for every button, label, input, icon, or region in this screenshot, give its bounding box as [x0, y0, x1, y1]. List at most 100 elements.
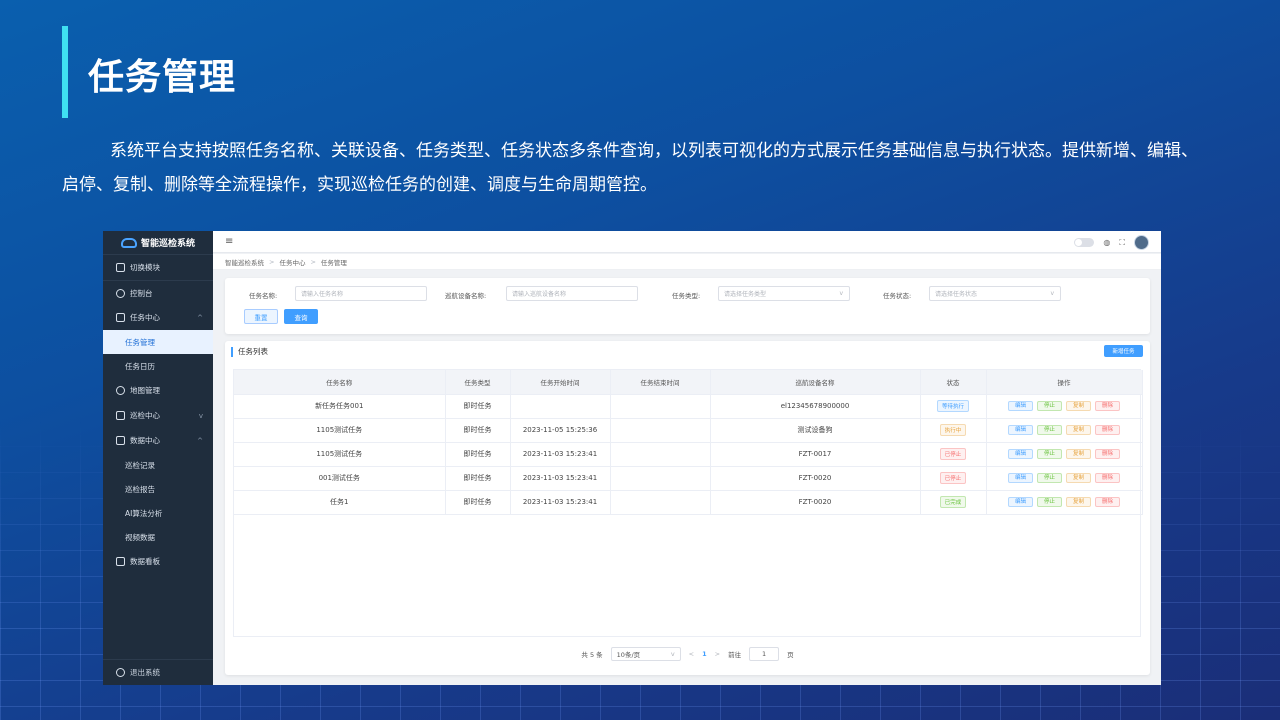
stop-button[interactable]: 停止: [1037, 497, 1062, 507]
chevron-up-icon: ^: [197, 313, 203, 322]
sidebar-item-label: 巡检中心: [130, 411, 160, 420]
breadcrumb: 智能巡检系统 > 任务中心 > 任务管理: [213, 254, 1161, 270]
next-page-icon[interactable]: >: [715, 650, 720, 658]
sidebar-item-label: 控制台: [130, 288, 153, 298]
chevron-down-icon: v: [670, 650, 675, 658]
sidebar-item-inspection-records[interactable]: 巡检记录: [103, 453, 213, 477]
delete-button[interactable]: 删除: [1095, 425, 1120, 435]
edit-button[interactable]: 编辑: [1008, 473, 1033, 483]
robot-logo-icon: [120, 237, 137, 248]
task-name-input[interactable]: 请输入任务名称: [295, 286, 427, 301]
device-name-input[interactable]: 请输入巡航设备名称: [506, 286, 638, 301]
start-time-cell: 2023-11-03 15:23:41: [510, 466, 611, 491]
edit-button[interactable]: 编辑: [1008, 401, 1033, 411]
status-cell: 已停止: [920, 466, 987, 491]
theme-toggle[interactable]: [1074, 238, 1095, 247]
start-time-cell: 2023-11-03 15:23:41: [510, 490, 611, 515]
task-type-cell: 即时任务: [445, 466, 511, 491]
status-badge: 已完成: [939, 496, 967, 508]
sidebar-item-switch-module[interactable]: 切换模块: [103, 255, 213, 280]
copy-button[interactable]: 复制: [1066, 401, 1091, 411]
sidebar-item-label: 地图管理: [130, 386, 160, 395]
breadcrumb-item[interactable]: 智能巡检系统: [225, 257, 264, 267]
pagination: 共 5 条 10条/页 v < 1 > 前往 1 页: [225, 647, 1150, 661]
edit-button[interactable]: 编辑: [1008, 425, 1033, 435]
delete-button[interactable]: 删除: [1095, 473, 1120, 483]
task-status-placeholder: 请选择任务状态: [935, 291, 978, 298]
sidebar-item-map-management[interactable]: 地图管理: [103, 378, 213, 403]
copy-button[interactable]: 复制: [1066, 473, 1091, 483]
stop-button[interactable]: 停止: [1037, 449, 1062, 459]
sidebar-item-label: 切换模块: [130, 263, 160, 272]
delete-button[interactable]: 删除: [1095, 401, 1120, 411]
sidebar-item-label: 巡检记录: [125, 460, 155, 470]
copy-button[interactable]: 复制: [1066, 449, 1091, 459]
stop-button[interactable]: 停止: [1037, 473, 1062, 483]
title-accent-bar: [62, 26, 68, 118]
globe-icon[interactable]: ◍: [1103, 238, 1110, 247]
dashboard-icon: [116, 288, 125, 298]
sidebar-item-data-center[interactable]: 数据中心 ^: [103, 428, 213, 453]
sidebar-item-console[interactable]: 控制台: [103, 280, 213, 305]
reset-button[interactable]: 重置: [244, 309, 278, 324]
slide-title: 任务管理: [88, 57, 237, 98]
sidebar-item-data-board[interactable]: 数据看板: [103, 549, 213, 574]
query-button[interactable]: 查询: [284, 309, 318, 324]
stop-button[interactable]: 停止: [1037, 425, 1062, 435]
copy-button[interactable]: 复制: [1066, 497, 1091, 507]
task-type-select[interactable]: 请选择任务类型 v: [718, 286, 850, 301]
edit-button[interactable]: 编辑: [1008, 497, 1033, 507]
page-size-value: 10条/页: [616, 651, 641, 659]
chevron-down-icon: v: [1050, 290, 1054, 297]
column-header: 巡航设备名称: [710, 370, 921, 395]
column-header: 任务结束时间: [610, 370, 711, 395]
sidebar-item-inspection-center[interactable]: 巡检中心 v: [103, 403, 213, 428]
fullscreen-icon[interactable]: ⛶: [1119, 238, 1125, 248]
menu-toggle-icon[interactable]: ≡: [225, 236, 233, 247]
edit-button[interactable]: 编辑: [1008, 449, 1033, 459]
sidebar-item-inspection-reports[interactable]: 巡检报告: [103, 477, 213, 501]
breadcrumb-item: 任务管理: [320, 258, 347, 267]
table-header-row: 任务名称 任务类型 任务开始时间 任务结束时间 巡航设备名称 状态 操作: [234, 370, 1143, 395]
breadcrumb-item[interactable]: 任务中心: [279, 257, 305, 267]
device-name-label: 巡航设备名称:: [445, 292, 487, 300]
start-time-cell: 2023-11-05 15:25:36: [510, 418, 611, 443]
page-number[interactable]: 1: [702, 650, 707, 658]
sidebar-item-label: 任务日历: [125, 361, 155, 371]
copy-button[interactable]: 复制: [1066, 425, 1091, 435]
task-status-label: 任务状态:: [883, 292, 912, 300]
goto-page-input[interactable]: 1: [749, 647, 780, 661]
status-badge: 执行中: [939, 424, 967, 436]
stop-button[interactable]: 停止: [1037, 401, 1062, 411]
top-bar: ≡ ◍ ⛶: [213, 231, 1161, 253]
total-count: 共 5 条: [581, 651, 603, 659]
device-name-cell: 测试设备狗: [710, 418, 921, 443]
page-size-select[interactable]: 10条/页 v: [610, 647, 681, 661]
delete-button[interactable]: 删除: [1095, 449, 1120, 459]
avatar[interactable]: [1134, 235, 1149, 250]
device-name-cell: FZT-0020: [710, 490, 921, 515]
logout-button[interactable]: 退出系统: [103, 659, 213, 685]
end-time-cell: [610, 442, 711, 467]
actions-cell: 编辑 停止 复制 删除: [986, 490, 1143, 515]
sidebar-item-task-calendar[interactable]: 任务日历: [103, 354, 213, 378]
prev-page-icon[interactable]: <: [689, 650, 694, 658]
task-name-cell: 001测试任务: [234, 466, 446, 491]
map-pin-icon: [116, 386, 125, 395]
device-name-placeholder: 请输入巡航设备名称: [512, 291, 567, 298]
sidebar-item-ai-analysis[interactable]: AI算法分析: [103, 501, 213, 525]
goto-label: 前往: [728, 651, 742, 659]
start-time-cell: [510, 394, 611, 419]
task-status-select[interactable]: 请选择任务状态 v: [929, 286, 1061, 301]
add-task-button[interactable]: 新增任务: [1104, 345, 1143, 357]
sidebar-item-video-data[interactable]: 视频数据: [103, 525, 213, 549]
task-type-cell: 即时任务: [445, 490, 511, 515]
sidebar-item-task-center[interactable]: 任务中心 ^: [103, 305, 213, 330]
filter-panel: 任务名称: 请输入任务名称 巡航设备名称: 请输入巡航设备名称 任务类型: 请选…: [225, 278, 1150, 334]
top-right-tools: ◍ ⛶: [1074, 235, 1149, 250]
sidebar-item-task-management[interactable]: 任务管理: [103, 330, 213, 354]
task-name-cell: 1105测试任务: [234, 442, 446, 467]
delete-button[interactable]: 删除: [1095, 497, 1120, 507]
sidebar-item-label: 巡检报告: [125, 484, 155, 494]
status-cell: 已完成: [920, 490, 987, 515]
